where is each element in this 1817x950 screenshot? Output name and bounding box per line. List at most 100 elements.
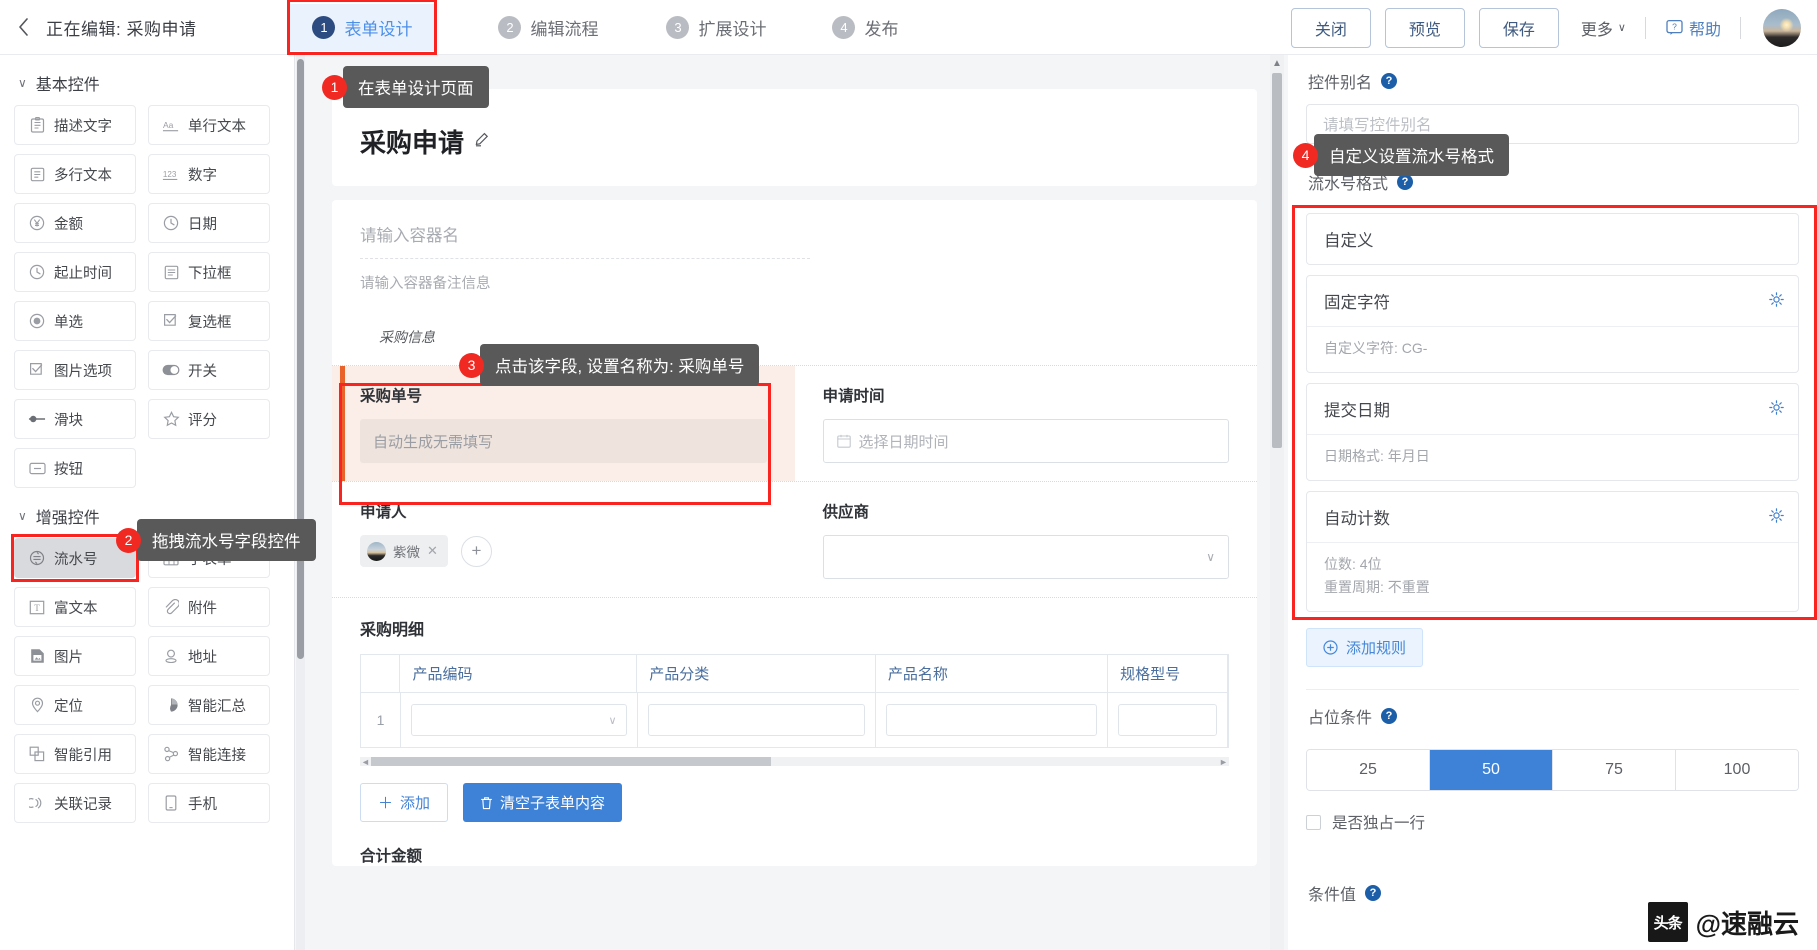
field-apply-time[interactable]: 申请时间 选择日期时间 (795, 366, 1258, 481)
control-time-range[interactable]: 起止时间 (14, 252, 136, 292)
scroll-left-arrow[interactable]: ◄ (360, 757, 371, 767)
field-supplier[interactable]: 供应商 ∨ (795, 482, 1258, 597)
table-cell[interactable] (1107, 693, 1228, 748)
control-rich-text[interactable]: T 富文本 (14, 587, 136, 627)
supplier-select[interactable]: ∨ (822, 535, 1229, 579)
field-label: 申请人 (360, 504, 407, 521)
help-tip-icon[interactable]: ? (1397, 174, 1414, 190)
control-checkbox[interactable]: 复选框 (148, 301, 270, 341)
control-multi-line-text[interactable]: 多行文本 (14, 154, 136, 194)
table-cell[interactable] (875, 693, 1108, 748)
control-location-pin[interactable]: 定位 (14, 685, 136, 725)
control-date[interactable]: 日期 (148, 203, 270, 243)
rule-card-custom[interactable]: 自定义 (1306, 213, 1799, 265)
scrollbar-thumb[interactable] (1272, 73, 1282, 448)
person-chip[interactable]: 紫微 ✕ (360, 535, 448, 567)
table-cell[interactable] (637, 693, 876, 748)
help-tip-icon[interactable]: ? (1381, 708, 1398, 725)
gear-icon[interactable] (1769, 507, 1784, 527)
more-menu-button[interactable]: 更多 ∨ (1581, 16, 1626, 40)
table-header-cell[interactable]: 产品编码 (400, 655, 638, 693)
help-button[interactable]: ? 帮助 (1666, 16, 1721, 40)
group-basic-controls[interactable]: ∨ 基本控件 (14, 55, 280, 105)
width-option-25[interactable]: 25 (1307, 750, 1430, 791)
control-slider[interactable]: 滑块 (14, 399, 136, 439)
cell-input[interactable] (1117, 704, 1217, 736)
add-rule-button[interactable]: 添加规则 (1306, 628, 1424, 668)
scroll-right-arrow[interactable]: ► (1218, 757, 1229, 767)
table-cell[interactable]: ∨ (401, 693, 638, 748)
control-mobile-phone[interactable]: 手机 (148, 783, 270, 823)
table-header-cell[interactable]: 规格型号 (1108, 655, 1228, 693)
rule-card-fixed-chars[interactable]: 固定字符 自定义字符: CG- (1306, 275, 1799, 374)
right-panel-scrollbar[interactable]: ▲ (1270, 55, 1284, 950)
button-label: 添加 (400, 795, 431, 812)
control-description-text[interactable]: 描述文字 (14, 105, 136, 145)
preview-button[interactable]: 预览 (1384, 7, 1465, 48)
control-currency[interactable]: 金额 (14, 203, 136, 243)
rule-detail-group: 位数: 4位 重置周期: 不重置 (1307, 543, 1798, 611)
control-image-option[interactable]: 图片选项 (14, 350, 136, 390)
help-tip-icon[interactable]: ? (1365, 885, 1382, 902)
scroll-up-arrow[interactable]: ▲ (1272, 58, 1282, 69)
attachment-icon (162, 598, 180, 616)
control-radio[interactable]: 单选 (14, 301, 136, 341)
control-address[interactable]: 地址 (148, 636, 270, 676)
date-time-input[interactable]: 选择日期时间 (822, 419, 1229, 463)
save-button[interactable]: 保存 (1478, 7, 1559, 48)
container-name-input[interactable]: 请输入容器名 (360, 222, 810, 259)
control-linked-record[interactable]: 关联记录 (14, 783, 136, 823)
tab-form-design[interactable]: 1 表单设计 (287, 0, 438, 55)
pencil-icon[interactable] (474, 132, 489, 151)
control-single-line-text[interactable]: Aa 单行文本 (148, 105, 270, 145)
control-dropdown[interactable]: 下拉框 (148, 252, 270, 292)
scrollbar-thumb[interactable] (297, 59, 304, 659)
table-header-index (361, 655, 401, 693)
gear-icon[interactable] (1769, 291, 1784, 311)
tab-edit-flow[interactable]: 2 编辑流程 (476, 4, 620, 51)
width-option-50[interactable]: 50 (1430, 750, 1553, 791)
add-row-button[interactable]: ＋ 添加 (360, 783, 449, 822)
add-person-button[interactable]: + (460, 535, 492, 567)
subform-horizontal-scrollbar[interactable]: ◄ ► (360, 757, 1229, 767)
table-header-cell[interactable]: 产品名称 (875, 655, 1109, 693)
scrollbar-track[interactable] (371, 757, 1218, 766)
avatar[interactable] (1763, 8, 1801, 47)
clear-subform-button[interactable]: 清空子表单内容 (463, 783, 623, 822)
scrollbar-thumb[interactable] (371, 757, 771, 766)
subform-table: 产品编码 产品分类 产品名称 规格型号 1 ∨ (360, 654, 1229, 748)
table-header-cell[interactable]: 产品分类 (637, 655, 876, 693)
cell-input[interactable] (885, 704, 1097, 736)
control-switch[interactable]: 开关 (148, 350, 270, 390)
width-option-100[interactable]: 100 (1676, 750, 1798, 791)
cell-input[interactable] (647, 704, 865, 736)
rule-card-auto-counter[interactable]: 自动计数 位数: 4位 重置周期: 不重置 (1306, 491, 1799, 613)
control-smart-connect[interactable]: 智能连接 (148, 734, 270, 774)
cell-select[interactable]: ∨ (411, 704, 627, 736)
checkbox-icon[interactable] (1306, 814, 1321, 830)
switch-icon (162, 361, 180, 379)
help-tip-icon[interactable]: ? (1381, 73, 1398, 89)
close-button[interactable]: 关闭 (1290, 7, 1371, 48)
control-label: 按钮 (54, 461, 83, 478)
container-remark-input[interactable]: 请输入容器备注信息 (360, 259, 1229, 293)
control-star-rating[interactable]: 评分 (148, 399, 270, 439)
control-number[interactable]: 123 数字 (148, 154, 270, 194)
container-header: 请输入容器名 请输入容器备注信息 (332, 200, 1257, 303)
back-button[interactable] (0, 0, 46, 55)
field-applicant[interactable]: 申请人 紫微 ✕ + (332, 482, 795, 597)
control-smart-reference[interactable]: 智能引用 (14, 734, 136, 774)
control-image[interactable]: 图片 (14, 636, 136, 676)
tab-publish[interactable]: 4 发布 (810, 4, 920, 51)
control-smart-summary[interactable]: 智能汇总 (148, 685, 270, 725)
gear-icon[interactable] (1769, 399, 1784, 419)
canvas-left-scrollbar[interactable] (296, 55, 305, 950)
exclusive-row-checkbox[interactable]: 是否独占一行 (1306, 811, 1799, 833)
control-button[interactable]: 按钮 (14, 448, 136, 488)
remove-person-icon[interactable]: ✕ (427, 543, 438, 559)
rule-card-submit-date[interactable]: 提交日期 日期格式: 年月日 (1306, 383, 1799, 482)
width-option-75[interactable]: 75 (1553, 750, 1676, 791)
section-label: 采购信息 (379, 329, 435, 345)
tab-extension-design[interactable]: 3 扩展设计 (644, 4, 788, 51)
control-attachment[interactable]: 附件 (148, 587, 270, 627)
